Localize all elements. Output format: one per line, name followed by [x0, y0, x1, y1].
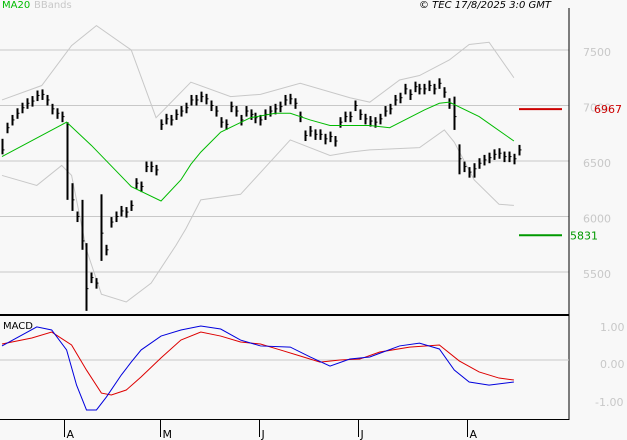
macd-line	[1, 325, 514, 411]
macd-axis-label: 0.00	[600, 358, 625, 371]
price-axis-label: 7500	[583, 46, 611, 59]
x-axis-label: J	[360, 428, 364, 440]
bollinger-lower-band	[1, 129, 514, 303]
ma20-line	[1, 101, 515, 202]
macd-axis-label: -1.00	[595, 396, 623, 409]
legend-ma20: MA20	[2, 0, 31, 11]
macd-axis-label: 1.00	[600, 321, 625, 334]
copyright-timestamp: © TEC 17/8/2025 3:0 GMT	[419, 0, 551, 11]
x-axis-label: M	[163, 428, 173, 440]
x-axis-label: J	[261, 428, 265, 440]
x-axis-label: A	[67, 428, 75, 440]
chart-container: 7500 7000 6500 6000 5500 6967 5831 1.00 0.00 -1.0…	[0, 0, 627, 440]
price-axis-label: 6000	[583, 213, 611, 226]
price-axis-label: 6500	[583, 157, 611, 170]
price-axis-label: 5500	[583, 268, 611, 281]
macd-panel-title: MACD	[3, 321, 33, 332]
macd-signal-line	[1, 331, 514, 396]
x-axis-label: A	[470, 428, 478, 440]
support-level-label: 5831	[570, 229, 598, 242]
resistance-level-label: 6967	[594, 103, 622, 116]
legend-bbands: BBands	[34, 0, 72, 11]
price-macd-chart: 75007000650060005500696758311.000.00-1.0…	[0, 8, 625, 440]
